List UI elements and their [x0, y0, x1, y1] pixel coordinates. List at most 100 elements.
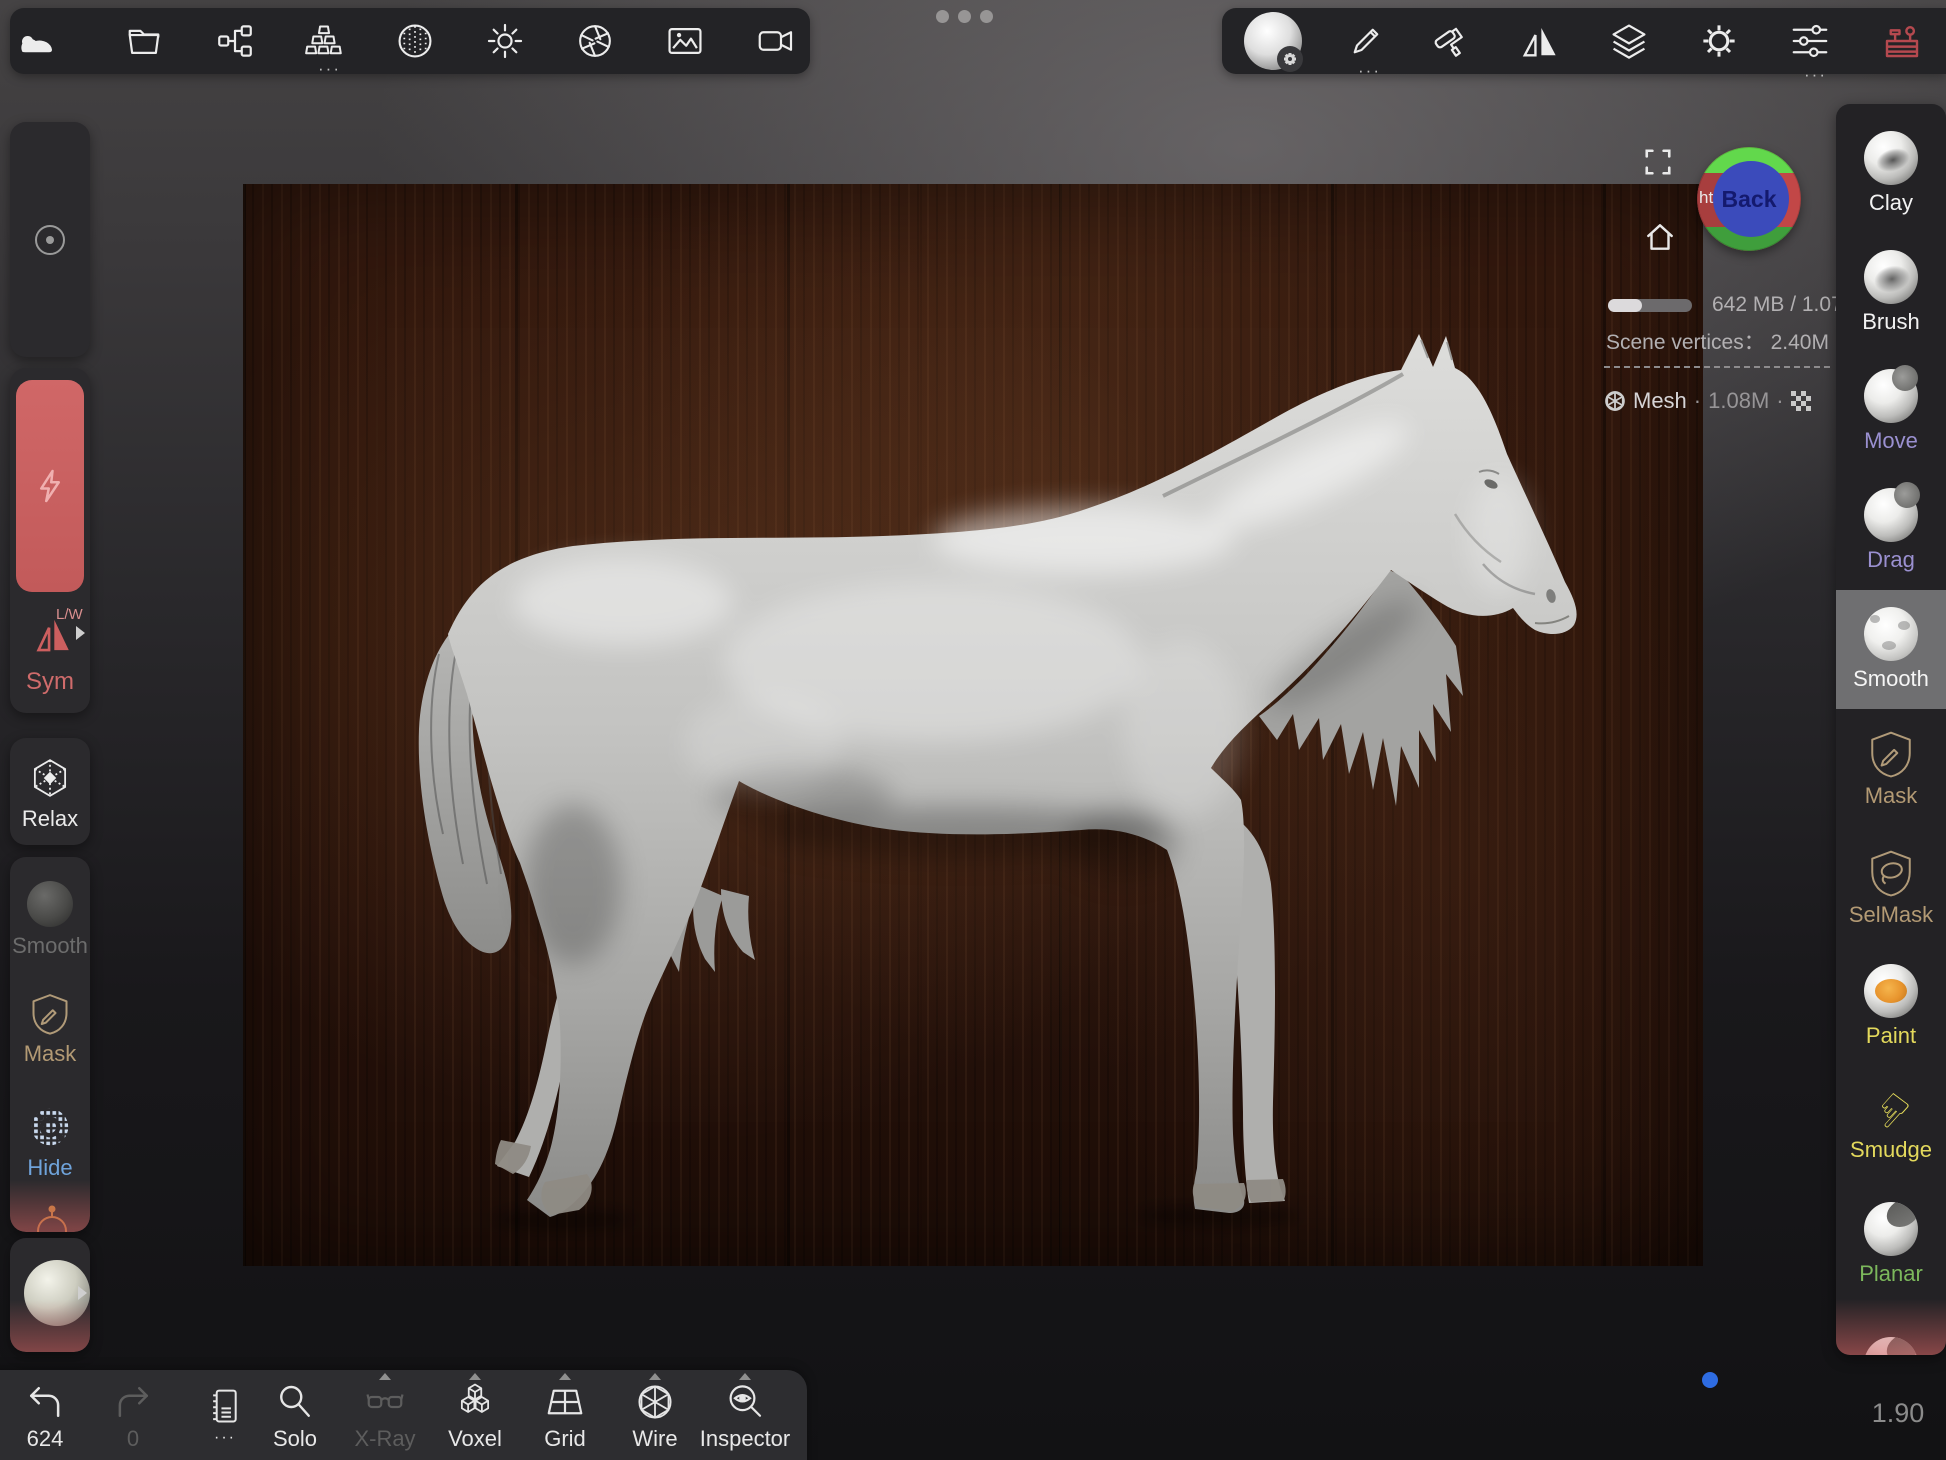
material-expand-caret[interactable] — [78, 1286, 87, 1300]
solo-button[interactable]: Solo — [253, 1370, 337, 1460]
tool-item-selmask[interactable]: SelMask — [1836, 828, 1946, 947]
postprocess-aperture-icon[interactable] — [559, 8, 631, 74]
more-indicator: ··· — [318, 60, 341, 77]
material-sphere-icon[interactable] — [1237, 8, 1309, 74]
radial-symmetry-toggle[interactable] — [35, 225, 65, 255]
tool-label: Paint — [1866, 1023, 1916, 1049]
tool-label: Clay — [1869, 190, 1913, 216]
sculpt-viewport[interactable] — [243, 184, 1703, 1266]
selmask-shield-icon — [1866, 847, 1916, 897]
tool-item-mask[interactable]: Mask — [1836, 709, 1946, 828]
symmetry-panel: L/W Sym — [10, 368, 90, 713]
tool-label: Move — [1864, 428, 1918, 454]
tool-item-brush[interactable]: Brush — [1836, 233, 1946, 352]
drag-tool-icon — [1864, 488, 1918, 542]
window-handle-dots[interactable] — [936, 10, 993, 23]
topology-sphere-icon[interactable] — [379, 8, 451, 74]
paint-roller-icon[interactable] — [1414, 8, 1486, 74]
more-indicator: ··· — [214, 1429, 236, 1447]
folder-icon[interactable] — [108, 8, 180, 74]
grid-icon — [545, 1382, 585, 1422]
xray-label: X-Ray — [354, 1426, 415, 1452]
flatten-tool-icon — [1864, 1337, 1918, 1356]
scene-graph-icon[interactable] — [199, 8, 271, 74]
tool-item-flatten-partial[interactable] — [1836, 1304, 1946, 1355]
tool-settings-toolbar: ··· — [1222, 8, 1946, 74]
camera-icon[interactable] — [740, 8, 812, 74]
horse-model[interactable] — [243, 184, 1703, 1266]
paint-tool-icon — [1864, 964, 1918, 1018]
smooth-rock-icon — [27, 881, 73, 927]
sym-expand-caret[interactable] — [76, 626, 85, 640]
smooth-brush-button[interactable]: Smooth — [10, 881, 90, 959]
stats-divider — [1604, 366, 1830, 368]
wireframe-icon — [635, 1382, 675, 1422]
tool-list-sidebar: Clay Brush Move Drag Smooth — [1836, 104, 1946, 1355]
xray-button[interactable]: X-Ray — [343, 1370, 427, 1460]
tool-label: Planar — [1859, 1261, 1923, 1287]
hide-brush-button[interactable]: Hide — [10, 1105, 90, 1181]
inspector-button[interactable]: Inspector — [703, 1370, 787, 1460]
dynamic-topology-button[interactable] — [16, 380, 84, 592]
nomad-logo-icon[interactable] — [1, 8, 73, 74]
more-indicator: ··· — [1804, 66, 1827, 83]
tool-label: SelMask — [1849, 902, 1933, 928]
inspector-eye-icon — [725, 1382, 765, 1422]
tool-label: Smudge — [1850, 1137, 1932, 1163]
zoom-value: 1.90 — [1858, 1398, 1938, 1429]
mesh-stats-row: Mesh · 1.08M · — [1604, 388, 1811, 414]
symmetry-toggle[interactable]: L/W Sym — [10, 600, 90, 706]
relax-web-icon — [28, 756, 72, 800]
pencil-brush-icon[interactable]: ··· — [1330, 8, 1402, 74]
voxel-label: Voxel — [448, 1426, 502, 1452]
wire-button[interactable]: Wire — [613, 1370, 697, 1460]
redo-count: 0 — [127, 1426, 139, 1452]
layers-pyramid-icon[interactable]: ··· — [288, 8, 360, 74]
voxel-button[interactable]: Voxel — [433, 1370, 517, 1460]
redo-button[interactable]: 0 — [91, 1370, 175, 1460]
solo-magnifier-icon — [275, 1382, 315, 1422]
settings-gear-icon[interactable] — [1683, 8, 1755, 74]
mesh-label: Mesh — [1633, 388, 1687, 414]
redo-icon — [113, 1382, 153, 1422]
mask-shield-icon — [28, 991, 72, 1035]
tool-item-move[interactable]: Move — [1836, 352, 1946, 471]
lighting-sun-icon[interactable] — [469, 8, 541, 74]
mask-label: Mask — [24, 1041, 77, 1067]
undo-button[interactable]: 624 — [3, 1370, 87, 1460]
tool-item-planar[interactable]: Planar — [1836, 1185, 1946, 1304]
hide-dotted-icon — [28, 1105, 72, 1149]
wire-label: Wire — [632, 1426, 677, 1452]
memory-usage-bar — [1608, 299, 1692, 312]
material-gear-badge — [1277, 46, 1303, 72]
toolbox-icon[interactable] — [1866, 8, 1938, 74]
relax-brush-button[interactable]: Relax — [10, 756, 90, 832]
tool-label: Smooth — [1853, 666, 1929, 692]
undo-icon — [25, 1382, 65, 1422]
tool-item-drag[interactable]: Drag — [1836, 471, 1946, 590]
tool-label: Mask — [1865, 783, 1918, 809]
symmetry-mirror-icon[interactable] — [1503, 8, 1575, 74]
sliders-icon[interactable]: ··· — [1774, 8, 1846, 74]
tool-item-smudge[interactable]: ☞ Smudge — [1836, 1066, 1946, 1185]
fullscreen-icon[interactable] — [1643, 147, 1673, 177]
layers-stack-icon[interactable] — [1593, 8, 1665, 74]
notebook-icon — [206, 1387, 244, 1425]
sym-mirror-icon — [32, 612, 74, 654]
mask-brush-button[interactable]: Mask — [10, 991, 90, 1067]
mask-shield-icon — [1866, 728, 1916, 778]
scene-stats: 642 MB / 1.07 G Scene vertices： 2.40M Me… — [1602, 236, 1836, 426]
gizmo-icon-partial[interactable] — [32, 1205, 72, 1232]
move-tool-icon — [1864, 369, 1918, 423]
memory-usage-text: 642 MB / 1.07 G — [1712, 293, 1836, 317]
tool-item-smooth-selected[interactable]: Smooth — [1836, 590, 1946, 709]
clay-tool-icon — [1864, 131, 1918, 185]
background-image-icon[interactable] — [649, 8, 721, 74]
nomad-sculpt-app: ··· — [0, 0, 1946, 1460]
grid-button[interactable]: Grid — [523, 1370, 607, 1460]
tool-item-paint[interactable]: Paint — [1836, 947, 1946, 1066]
quick-brush-panel: Smooth Mask — [10, 857, 90, 1232]
tool-item-clay[interactable]: Clay — [1836, 114, 1946, 233]
hide-label: Hide — [27, 1155, 72, 1181]
voxel-cubes-icon — [455, 1382, 495, 1422]
